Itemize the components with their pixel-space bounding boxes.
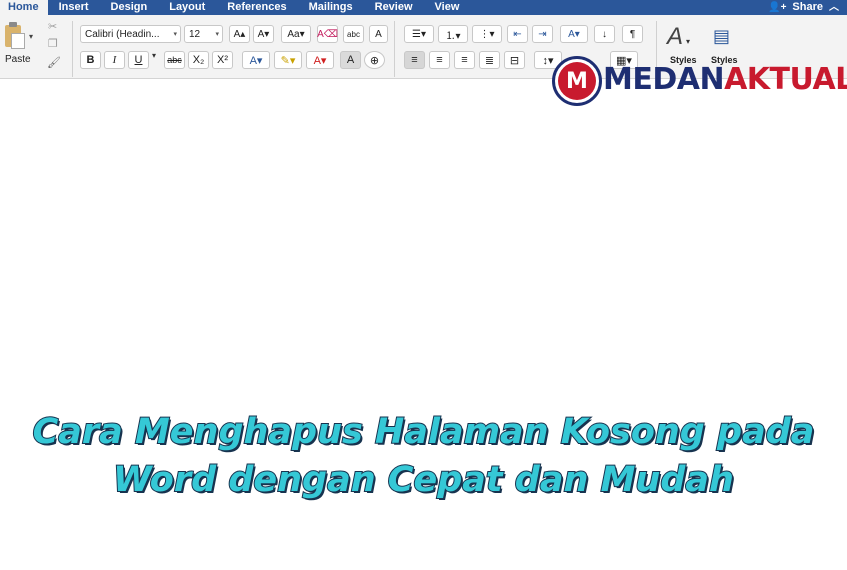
text-effects-button[interactable]: A▾: [242, 51, 270, 69]
tab-layout[interactable]: Layout: [158, 0, 216, 15]
underline-button[interactable]: U: [128, 51, 149, 69]
distributed-button[interactable]: ⊟: [504, 51, 525, 69]
justify-icon: ≣: [484, 54, 495, 67]
medanaktual-logo-text: MEDANAKTUAL: [603, 62, 847, 97]
italic-button[interactable]: I: [104, 51, 125, 69]
tab-insert[interactable]: Insert: [48, 0, 100, 15]
divider: [394, 21, 395, 77]
logo-text-aktual: AKTUAL: [724, 62, 847, 97]
paste-dropdown-icon[interactable]: ▾: [29, 32, 33, 41]
justify-button[interactable]: ≣: [479, 51, 500, 69]
align-left-button[interactable]: ≡: [404, 51, 425, 69]
multilevel-list-button[interactable]: ⋮▾: [472, 25, 502, 43]
align-right-icon: ≡: [461, 54, 468, 66]
bullet-list-icon: ☰▾: [412, 28, 426, 40]
highlighter-icon: ✎▾: [280, 54, 296, 67]
copy-icon[interactable]: ❐: [48, 37, 58, 50]
styles-gallery-icon[interactable]: A: [667, 23, 683, 51]
share-label: Share: [792, 1, 823, 13]
increase-indent-button[interactable]: ⇥: [532, 25, 553, 43]
font-name-select[interactable]: Calibri (Headin... ▾: [80, 25, 181, 43]
character-border-icon: A: [375, 28, 382, 40]
numbered-list-icon: ⒈▾: [445, 30, 461, 42]
show-formatting-button[interactable]: ¶: [622, 25, 643, 43]
subscript-button[interactable]: X₂: [188, 51, 209, 69]
change-case-button[interactable]: Aa▾: [281, 25, 311, 43]
highlight-button[interactable]: ✎▾: [274, 51, 302, 69]
bold-button[interactable]: B: [80, 51, 101, 69]
text-effects-icon: A▾: [249, 54, 263, 67]
decrease-indent-button[interactable]: ⇤: [507, 25, 528, 43]
sort-button[interactable]: ↓: [594, 25, 615, 43]
shrink-font-button[interactable]: A▾: [253, 25, 274, 43]
character-shading-icon: A: [346, 54, 355, 66]
change-case-icon: Aa▾: [287, 28, 305, 40]
font-color-icon: A▾: [313, 54, 327, 67]
asian-layout-icon: A▾: [568, 28, 580, 40]
paste-icon[interactable]: [5, 22, 25, 49]
chevron-down-icon[interactable]: ▾: [686, 37, 690, 46]
enclose-characters-icon: ⊕: [369, 54, 380, 67]
article-headline: Cara Menghapus Halaman Kosong pada Word …: [0, 408, 847, 504]
tab-design[interactable]: Design: [100, 0, 159, 15]
sort-icon: ↓: [602, 28, 607, 40]
increase-indent-icon: ⇥: [538, 28, 547, 40]
enclose-characters-button[interactable]: ⊕: [364, 51, 385, 69]
divider: [72, 21, 73, 77]
font-size-value: 12: [189, 28, 201, 40]
clear-formatting-icon: A⌫: [317, 28, 338, 40]
multilevel-list-icon: ⋮▾: [479, 28, 495, 40]
collapse-ribbon-icon[interactable]: ︿: [829, 0, 839, 15]
font-color-button[interactable]: A▾: [306, 51, 334, 69]
line-spacing-icon: ↕▾: [542, 54, 554, 67]
decrease-indent-icon: ⇤: [513, 28, 522, 40]
numbering-button[interactable]: ⒈▾: [438, 25, 468, 43]
distributed-icon: ⊟: [509, 54, 520, 67]
paste-label[interactable]: Paste: [5, 54, 31, 65]
clear-formatting-button[interactable]: A⌫: [317, 25, 338, 43]
bullets-button[interactable]: ☰▾: [404, 25, 434, 43]
character-shading-button[interactable]: A: [340, 51, 361, 69]
pilcrow-icon: ¶: [629, 28, 636, 40]
strikethrough-button[interactable]: abc: [164, 51, 185, 69]
asian-layout-button[interactable]: A▾: [560, 25, 588, 43]
chevron-down-icon: ▾: [215, 31, 219, 38]
grow-font-icon: A▴: [233, 28, 246, 40]
align-left-icon: ≡: [411, 54, 418, 66]
headline-line-2: Word dengan Cepat dan Mudah: [112, 459, 735, 501]
font-name-value: Calibri (Headin...: [85, 28, 160, 40]
character-border-button[interactable]: A: [369, 25, 388, 43]
add-person-icon: 👤+: [768, 2, 787, 13]
tab-references[interactable]: References: [216, 0, 297, 15]
font-size-select[interactable]: 12 ▾: [184, 25, 223, 43]
share-button[interactable]: 👤+ Share ︿: [768, 0, 839, 15]
chevron-down-icon: ▾: [173, 31, 177, 38]
grow-font-button[interactable]: A▴: [229, 25, 250, 43]
cut-icon[interactable]: ✂: [48, 20, 57, 33]
align-right-button[interactable]: ≡: [454, 51, 475, 69]
tab-mailings[interactable]: Mailings: [298, 0, 364, 15]
phonetic-guide-button[interactable]: abc: [343, 25, 364, 43]
underline-dropdown-icon[interactable]: ▾: [152, 51, 156, 60]
tab-view[interactable]: View: [424, 0, 471, 15]
ribbon-tab-bar: Home Insert Design Layout References Mai…: [0, 0, 847, 15]
medanaktual-logo-mark: M: [552, 56, 602, 106]
logo-m-badge: M: [558, 62, 596, 100]
format-painter-icon[interactable]: 🖌: [47, 56, 61, 69]
tab-home[interactable]: Home: [0, 0, 48, 15]
align-center-icon: ≡: [436, 54, 443, 66]
align-center-button[interactable]: ≡: [429, 51, 450, 69]
headline-line-1: Cara Menghapus Halaman Kosong pada: [32, 411, 816, 453]
superscript-button[interactable]: X²: [212, 51, 233, 69]
shrink-font-icon: A▾: [257, 28, 270, 40]
tab-review[interactable]: Review: [364, 0, 424, 15]
phonetic-guide-icon: abc: [347, 29, 360, 39]
styles-pane-icon[interactable]: ▤: [713, 26, 730, 47]
logo-text-medan: MEDAN: [603, 62, 725, 97]
